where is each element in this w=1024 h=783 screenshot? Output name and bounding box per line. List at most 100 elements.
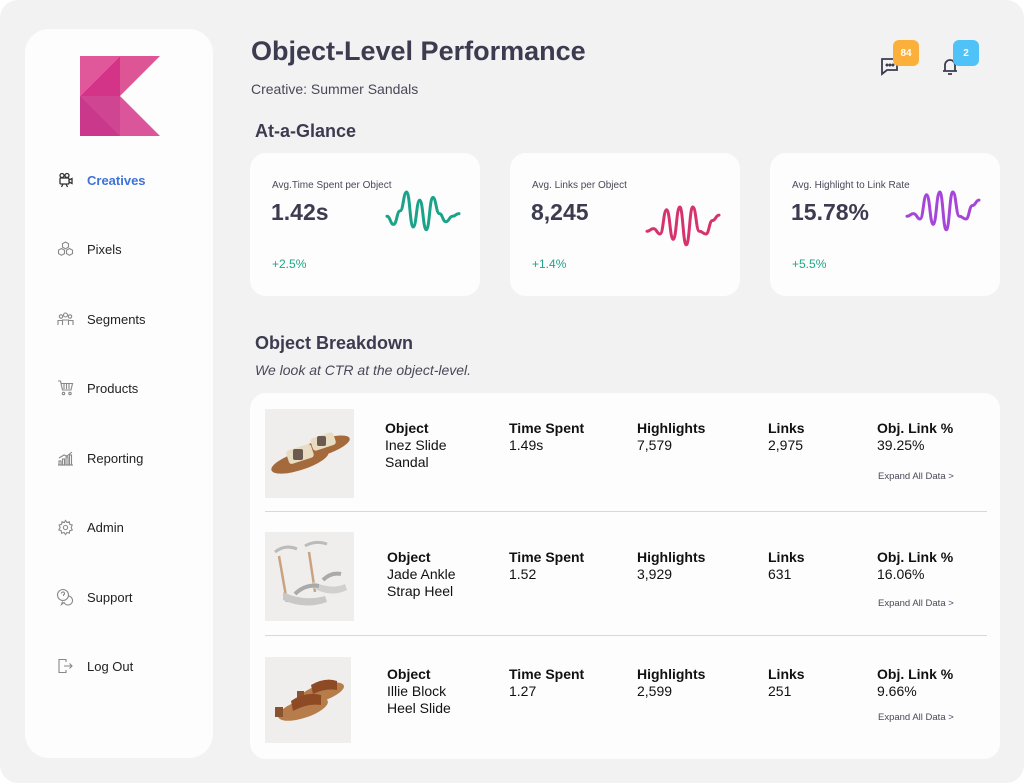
object-name: Heel Slide bbox=[387, 700, 451, 716]
column-header: Time Spent bbox=[509, 420, 585, 436]
kpi-label: Avg. Highlight to Link Rate bbox=[792, 180, 910, 191]
links-cell: Links 251 bbox=[768, 666, 805, 700]
breakdown-title: Object Breakdown bbox=[255, 333, 414, 353]
column-header: Obj. Link % bbox=[877, 420, 954, 436]
sidebar-item-admin[interactable]: Admin bbox=[55, 515, 124, 539]
expand-all-data-link[interactable]: Expand All Data > bbox=[878, 712, 954, 723]
sidebar-item-label: Pixels bbox=[87, 241, 122, 257]
app-frame: Creatives Pixels Segments Products Repor… bbox=[0, 0, 1024, 783]
sidebar-item-label: Creatives bbox=[87, 172, 146, 188]
sidebar-item-log-out[interactable]: Log Out bbox=[55, 654, 133, 678]
sidebar-item-reporting[interactable]: Reporting bbox=[55, 446, 143, 470]
kpi-value: 8,245 bbox=[531, 199, 589, 225]
object-name: Jade Ankle bbox=[387, 566, 456, 582]
highlights-cell: Highlights 2,599 bbox=[637, 666, 705, 700]
highlights-value: 3,929 bbox=[637, 566, 673, 582]
block-heel-image bbox=[265, 657, 351, 743]
sidebar: Creatives Pixels Segments Products Repor… bbox=[25, 29, 213, 758]
kpi-delta: +2.5% bbox=[272, 257, 307, 271]
object-name: Illie Block bbox=[387, 683, 447, 699]
messages-badge: 84 bbox=[893, 40, 919, 66]
column-header: Object bbox=[385, 420, 429, 436]
time-cell: Time Spent 1.27 bbox=[509, 666, 584, 700]
time-value: 1.52 bbox=[509, 566, 537, 582]
kpi-card-time-spent[interactable]: Avg.Time Spent per Object 1.42s +2.5% bbox=[250, 153, 480, 296]
creative-subtitle: Creative: Summer Sandals bbox=[251, 81, 419, 97]
link-pct-cell: Obj. Link % 9.66% bbox=[877, 666, 953, 700]
link-pct-value: 16.06% bbox=[877, 566, 925, 582]
kpi-delta: +1.4% bbox=[532, 257, 567, 271]
kpi-value: 1.42s bbox=[271, 199, 329, 225]
sparkline-time-spent bbox=[385, 190, 461, 232]
column-header: Object bbox=[387, 666, 431, 682]
object-breakdown-table: Object Inez Slide Sandal Time Spent 1.49… bbox=[250, 393, 1000, 759]
row-divider bbox=[265, 511, 987, 512]
strap-heel-image bbox=[265, 532, 354, 621]
time-cell: Time Spent 1.49s bbox=[509, 420, 584, 454]
link-pct-value: 39.25% bbox=[877, 437, 925, 453]
sidebar-item-pixels[interactable]: Pixels bbox=[55, 237, 122, 261]
links-value: 631 bbox=[768, 566, 792, 582]
gear-icon bbox=[55, 517, 75, 537]
cart-icon bbox=[55, 378, 75, 398]
row-divider bbox=[265, 635, 987, 636]
sparkline-links bbox=[645, 205, 721, 247]
page-title: Object-Level Performance bbox=[251, 36, 586, 66]
highlights-cell: Highlights 3,929 bbox=[637, 549, 705, 583]
kpi-card-highlight-rate[interactable]: Avg. Highlight to Link Rate 15.78% +5.5% bbox=[770, 153, 1000, 296]
brand-logo[interactable] bbox=[80, 56, 160, 136]
column-header: Time Spent bbox=[509, 666, 585, 682]
sidebar-item-products[interactable]: Products bbox=[55, 376, 138, 400]
time-value: 1.49s bbox=[509, 437, 544, 453]
links-value: 2,975 bbox=[768, 437, 804, 453]
notifications-badge: 2 bbox=[953, 40, 979, 66]
column-header: Highlights bbox=[637, 666, 706, 682]
sidebar-item-label: Admin bbox=[87, 519, 124, 535]
time-value: 1.27 bbox=[509, 683, 537, 699]
column-header: Highlights bbox=[637, 420, 706, 436]
sidebar-item-support[interactable]: Support bbox=[55, 585, 133, 609]
column-header: Obj. Link % bbox=[877, 666, 954, 682]
sidebar-item-label: Products bbox=[87, 380, 139, 396]
column-header: Links bbox=[768, 549, 805, 565]
highlights-value: 2,599 bbox=[637, 683, 673, 699]
object-cell: Object Inez Slide Sandal bbox=[385, 420, 446, 471]
highlights-cell: Highlights 7,579 bbox=[637, 420, 705, 454]
people-icon bbox=[55, 309, 75, 329]
sidebar-item-label: Log Out bbox=[87, 658, 134, 674]
sparkline-path bbox=[385, 190, 461, 232]
sidebar-item-label: Support bbox=[87, 589, 133, 605]
cubes-icon bbox=[55, 239, 75, 259]
object-cell: Object Illie Block Heel Slide bbox=[387, 666, 451, 717]
object-name: Sandal bbox=[385, 454, 429, 470]
expand-all-data-link[interactable]: Expand All Data > bbox=[878, 598, 954, 609]
glance-title: At-a-Glance bbox=[255, 121, 357, 141]
link-pct-cell: Obj. Link % 16.06% bbox=[877, 549, 953, 583]
link-pct-cell: Obj. Link % 39.25% bbox=[877, 420, 953, 454]
sparkline-path bbox=[905, 190, 981, 232]
table-row: Object Illie Block Heel Slide Time Spent… bbox=[265, 656, 987, 746]
time-cell: Time Spent 1.52 bbox=[509, 549, 584, 583]
column-header: Object bbox=[387, 549, 431, 565]
column-header: Links bbox=[768, 666, 805, 682]
column-header: Links bbox=[768, 420, 805, 436]
object-cell: Object Jade Ankle Strap Heel bbox=[387, 549, 456, 600]
sidebar-item-segments[interactable]: Segments bbox=[55, 307, 146, 331]
column-header: Highlights bbox=[637, 549, 706, 565]
link-pct-value: 9.66% bbox=[877, 683, 917, 699]
sidebar-item-creatives[interactable]: Creatives bbox=[55, 168, 146, 192]
sparkline-path bbox=[645, 205, 721, 247]
camera-icon bbox=[55, 170, 75, 190]
bar-chart-icon bbox=[55, 448, 75, 468]
logout-icon bbox=[55, 656, 75, 676]
column-header: Time Spent bbox=[509, 549, 585, 565]
object-name: Strap Heel bbox=[387, 583, 454, 599]
kpi-label: Avg.Time Spent per Object bbox=[272, 180, 392, 191]
kpi-value: 15.78% bbox=[791, 199, 870, 225]
expand-all-data-link[interactable]: Expand All Data > bbox=[878, 471, 954, 482]
kpi-card-links[interactable]: Avg. Links per Object 8,245 +1.4% bbox=[510, 153, 740, 296]
column-header: Obj. Link % bbox=[877, 549, 954, 565]
sparkline-highlight-rate bbox=[905, 190, 981, 232]
sidebar-item-label: Reporting bbox=[87, 450, 144, 466]
table-row: Object Jade Ankle Strap Heel Time Spent … bbox=[265, 532, 987, 632]
